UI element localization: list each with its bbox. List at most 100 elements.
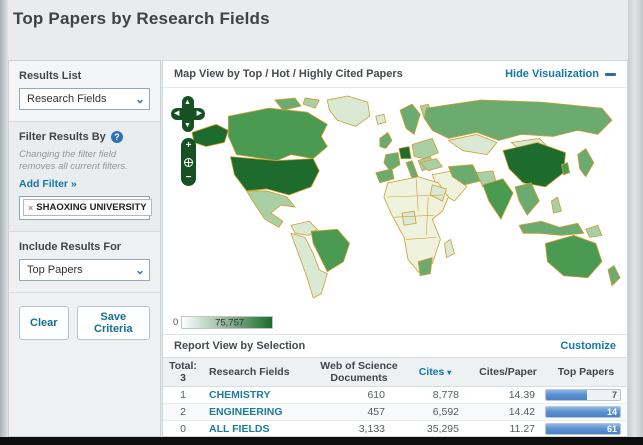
sidebar: Results List Research Fields ⌄ Filter Re… [8,60,161,437]
page-title: Top Papers by Research Fields [13,9,270,28]
field-link[interactable]: ALL FIELDS [209,423,269,435]
map-pan-control[interactable]: ▲ ▼ ◀ ▶ [171,96,205,132]
bar-value: 61 [606,424,617,434]
row-cites-per-paper: 14.39 [508,389,535,401]
pan-down-icon[interactable]: ▼ [184,122,191,129]
row-docs: 457 [367,406,385,418]
country-spain [375,168,395,184]
hide-visualization-label: Hide Visualization [505,68,599,80]
row-rank: 0 [180,423,186,435]
main-panel: Map View by Top / Hot / Highly Cited Pap… [162,60,628,438]
map-view-title: Map View by Top / Hot / Highly Cited Pap… [174,68,403,80]
country-mexico [246,190,296,228]
row-docs: 3,133 [358,423,385,435]
filter-tag-label: SHAOXING UNIVERSITY [36,202,147,214]
country-usa [229,156,320,196]
country-china [502,142,566,188]
field-link[interactable]: CHEMISTRY [209,389,270,401]
country-png [585,224,603,238]
add-filter-link[interactable]: Add Filter » [19,178,77,190]
col-total: Total: 3 [169,359,197,384]
row-rank: 2 [180,406,186,418]
country-scandinavia [399,103,421,135]
customize-link[interactable]: Customize [560,340,616,352]
row-cites-per-paper: 11.27 [509,423,536,435]
legend-min-value: 0 [173,317,179,328]
table-header-row: Total: 3 Research Fields Web of Science … [163,357,627,387]
country-india [482,178,514,220]
window-bottom-edge [0,437,643,445]
map-zoom-control: + − [181,138,196,186]
filter-results-by-label: Filter Results By [19,131,106,143]
include-results-label: Include Results For [19,240,122,253]
bar-value: 7 [611,390,617,400]
country-russia [423,99,613,141]
choropleth-map-svg [191,95,621,299]
country-uk [379,131,393,149]
globe-reset-icon[interactable] [184,157,193,167]
include-results-select[interactable]: Top Papers ⌄ [19,258,150,281]
pan-right-icon[interactable]: ▶ [197,110,202,117]
collapse-minus-icon [605,72,616,76]
table-row: 0 ALL FIELDS 3,133 35,295 11.27 61 [163,421,627,438]
arctic-island [302,97,320,109]
country-indonesia [518,220,585,236]
country-italy [405,160,419,180]
country-philippines [551,196,562,214]
zoom-in-button[interactable]: + [186,141,192,151]
col-cites-sort[interactable]: Cites ▾ [399,366,471,378]
window-left-edge [0,0,8,445]
chevron-down-icon: ⌄ [134,262,145,277]
chevron-down-icon: ⌄ [134,92,145,106]
row-cites: 8,778 [432,389,459,401]
results-list-section: Results List Research Fields ⌄ [9,61,160,122]
country-germany [398,146,412,160]
filter-tag: × SHAOXING UNIVERSITY [23,199,152,217]
col-wos-documents: Web of Science Documents [320,359,398,384]
pan-up-icon[interactable]: ▲ [184,99,191,106]
filter-input[interactable]: × SHAOXING UNIVERSITY [19,195,152,220]
legend-max-value: 75,757 [215,317,245,328]
country-australia [544,234,603,279]
filter-note: Changing the filter field removes all cu… [19,149,128,172]
scrollbar[interactable] [628,0,643,445]
map-controls: ▲ ▼ ◀ ▶ + − [171,96,207,186]
country-iceland [375,113,387,125]
save-criteria-button[interactable]: Save Criteria [76,305,150,340]
legend-gradient: 75,757 [181,316,274,329]
pan-left-icon[interactable]: ◀ [174,110,179,117]
results-list-select[interactable]: Research Fields ⌄ [19,88,150,110]
region-eastern-europe [411,138,439,160]
world-map[interactable]: ▲ ▼ ◀ ▶ + − 0 75,757 [163,88,627,334]
hide-visualization-link[interactable]: Hide Visualization [505,68,616,80]
col-cites-per-paper: Cites/Paper [479,365,537,378]
results-list-selected-value: Research Fields [27,93,107,105]
report-header: Report View by Selection Customize [163,334,627,357]
include-results-selected-value: Top Papers [27,263,83,276]
help-icon[interactable]: ? [110,131,123,143]
country-nigeria [401,210,417,226]
sidebar-buttons: Clear Save Criteria [9,293,160,353]
row-rank: 1 [180,389,186,401]
country-canada [227,107,328,162]
results-list-label: Results List [19,70,82,82]
country-france [383,152,401,172]
table-row: 2 ENGINEERING 457 6,592 14.42 14 [163,404,627,421]
filter-section: Filter Results By ? Changing the filter … [9,122,160,232]
country-new-zealand [607,265,621,287]
field-link[interactable]: ENGINEERING [209,406,283,418]
row-cites-per-paper: 14.42 [508,406,535,418]
report-view-title: Report View by Selection [174,340,306,352]
map-legend: 0 75,757 [173,316,274,329]
region-southeast-asia [514,182,540,216]
table-row: 1 CHEMISTRY 610 8,778 14.39 7 [163,387,627,404]
clear-button[interactable]: Clear [19,305,69,340]
include-results-section: Include Results For Top Papers ⌄ [9,232,160,293]
col-top-papers: Top Papers [557,365,615,378]
arctic-island [274,97,302,111]
remove-filter-icon[interactable]: × [28,203,33,213]
row-cites: 6,592 [432,406,459,418]
top-papers-bar: 7 [545,389,621,401]
country-greenland [326,95,371,127]
zoom-out-button[interactable]: − [186,173,192,183]
